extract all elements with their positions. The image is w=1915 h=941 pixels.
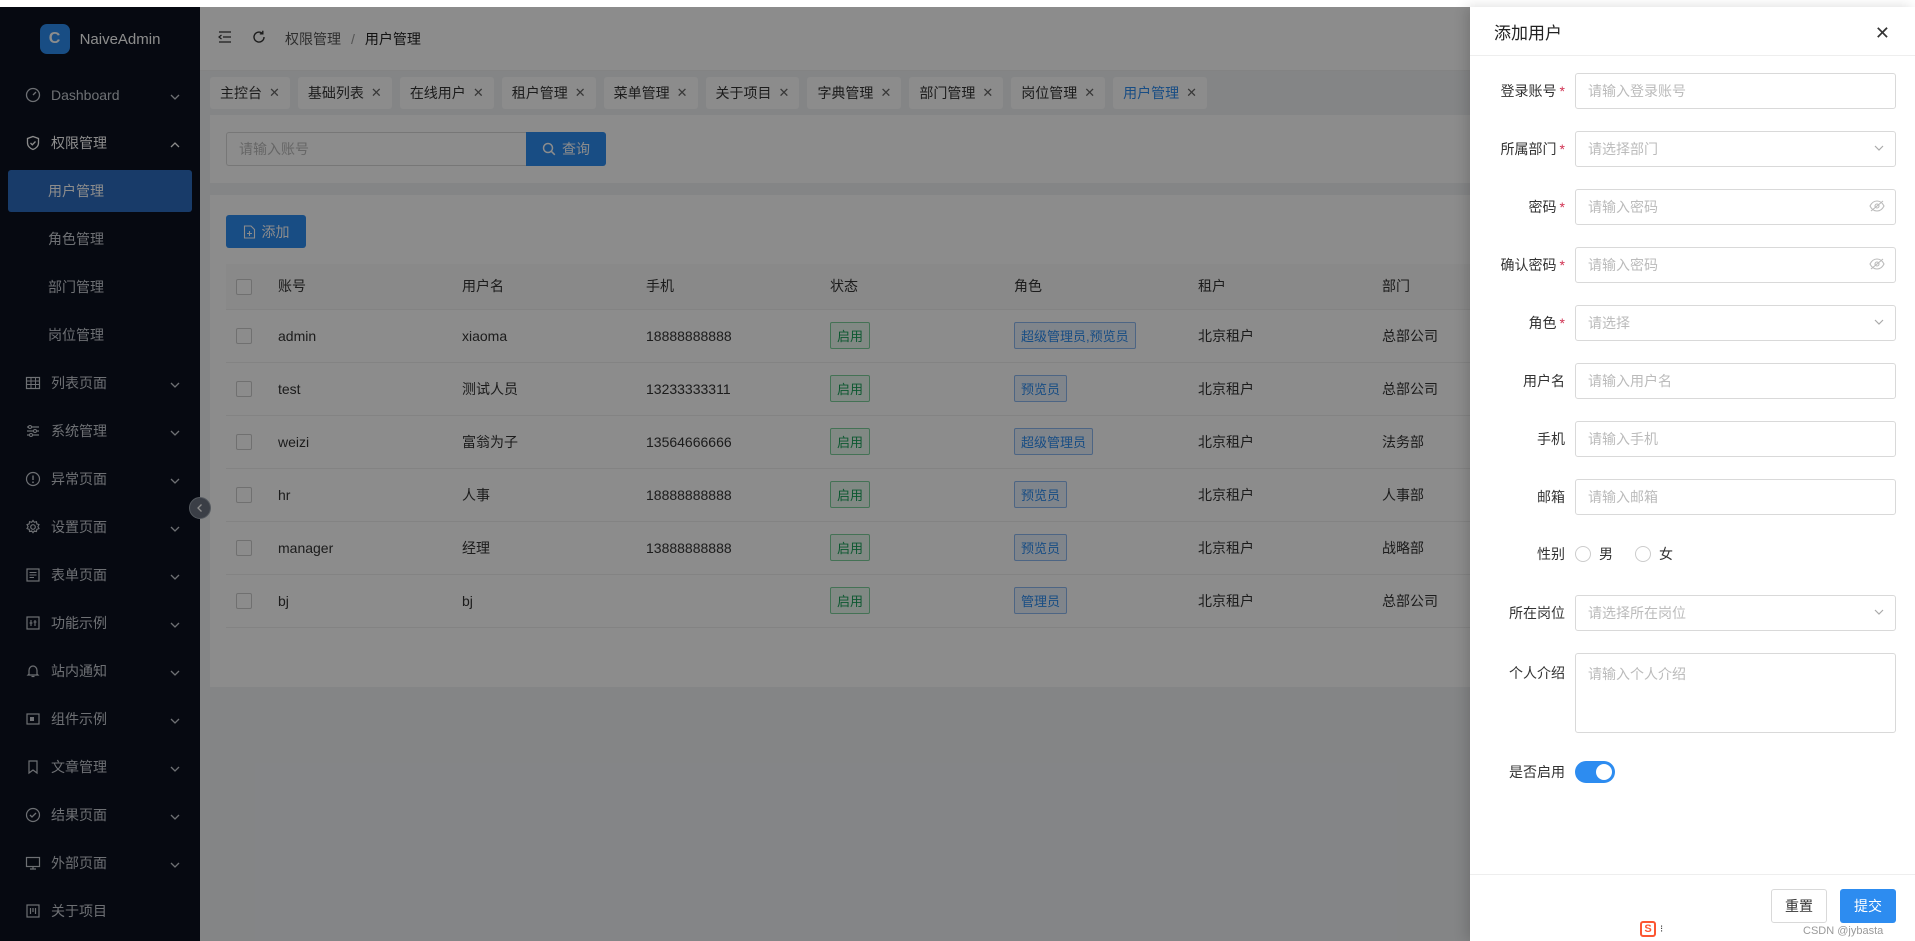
placeholder: 请选择所在岗位 [1588,605,1686,621]
field-label: 手机 [1537,431,1565,447]
placeholder: 请输入登录账号 [1588,83,1686,99]
eye-off-icon[interactable] [1869,257,1885,273]
radio-label: 男 [1599,546,1613,562]
field-label: 密码 [1528,199,1557,215]
placeholder: 请输入密码 [1588,199,1658,215]
drawer-footer: S ⁝ 重置 提交 CSDN @jybasta [1470,874,1915,941]
drawer-header: 添加用户 ✕ [1470,7,1915,56]
field-label: 性别 [1537,546,1565,562]
form-row-email: 邮箱 请输入邮箱 [1470,479,1915,515]
field-label: 确认密码 [1500,257,1557,273]
form-row-role: 角色 * 请选择 [1470,305,1915,341]
field-label: 个人介绍 [1509,665,1565,681]
add-user-drawer: 添加用户 ✕ 登录账号 * 请输入登录账号 所属部门 * 请选择部门 密码 * 请输入… [1470,7,1915,941]
dots-icon: ⁝ [1660,923,1664,935]
field-label: 是否启用 [1509,764,1565,780]
form-row-enabled: 是否启用 [1470,761,1915,783]
placeholder: 请输入密码 [1588,257,1658,273]
placeholder: 请选择部门 [1588,141,1658,157]
radio-dot [1635,546,1651,562]
enabled-toggle[interactable] [1575,761,1615,783]
form-row-password: 密码 * 请输入密码 [1470,189,1915,225]
watermark: CSDN @jybasta [1803,925,1884,937]
form-row-confirm-password: 确认密码 * 请输入密码 [1470,247,1915,283]
form-row-gender: 性别 男 女 [1470,544,1915,564]
radio-dot [1575,546,1591,562]
field-label: 所属部门 [1500,141,1557,157]
placeholder: 请输入用户名 [1588,373,1672,389]
app-root: C NaiveAdmin Dashboard 权限管理 用户管理 角色管理 部门… [0,7,1915,941]
form-row-username: 用户名 请输入用户名 [1470,363,1915,399]
form-row-phone: 手机 请输入手机 [1470,421,1915,457]
placeholder: 请输入邮箱 [1588,489,1658,505]
placeholder: 请选择 [1588,315,1630,331]
form-row-login: 登录账号 * 请输入登录账号 [1470,73,1915,109]
login-account-input[interactable]: 请输入登录账号 [1575,73,1896,109]
required-mark: * [1559,83,1565,99]
gender-male-radio[interactable]: 男 [1575,544,1613,564]
submit-button[interactable]: 提交 [1840,889,1896,923]
confirm-password-input[interactable]: 请输入密码 [1575,247,1896,283]
form-row-post: 所在岗位 请选择所在岗位 [1470,595,1915,631]
csdn-badge: S ⁝ [1640,921,1663,937]
department-select[interactable]: 请选择部门 [1575,131,1896,167]
required-mark: * [1559,315,1565,331]
gender-radio-group: 男 女 [1575,544,1695,564]
field-label: 角色 [1528,315,1557,331]
required-mark: * [1559,199,1565,215]
modal-overlay[interactable] [0,7,1470,941]
form-row-dept: 所属部门 * 请选择部门 [1470,131,1915,167]
intro-textarea[interactable]: 请输入个人介绍 [1575,653,1896,733]
drawer-title: 添加用户 [1494,23,1562,43]
required-mark: * [1559,257,1565,273]
post-select[interactable]: 请选择所在岗位 [1575,595,1896,631]
chevron-down-icon [1873,605,1885,621]
email-input[interactable]: 请输入邮箱 [1575,479,1896,515]
required-mark: * [1559,141,1565,157]
role-select[interactable]: 请选择 [1575,305,1896,341]
field-label: 登录账号 [1500,83,1557,99]
username-input[interactable]: 请输入用户名 [1575,363,1896,399]
chevron-down-icon [1873,141,1885,157]
placeholder: 请输入手机 [1588,431,1658,447]
toggle-knob [1596,764,1612,780]
phone-input[interactable]: 请输入手机 [1575,421,1896,457]
field-label: 所在岗位 [1509,605,1565,621]
reset-button[interactable]: 重置 [1771,889,1827,923]
radio-label: 女 [1659,546,1673,562]
form-row-intro: 个人介绍 请输入个人介绍 [1470,653,1915,733]
password-input[interactable]: 请输入密码 [1575,189,1896,225]
close-icon[interactable]: ✕ [1875,23,1890,44]
chevron-down-icon [1873,315,1885,331]
eye-off-icon[interactable] [1869,199,1885,215]
gender-female-radio[interactable]: 女 [1635,544,1673,564]
field-label: 用户名 [1523,373,1565,389]
field-label: 邮箱 [1537,489,1565,505]
csdn-logo-icon: S [1640,921,1656,937]
